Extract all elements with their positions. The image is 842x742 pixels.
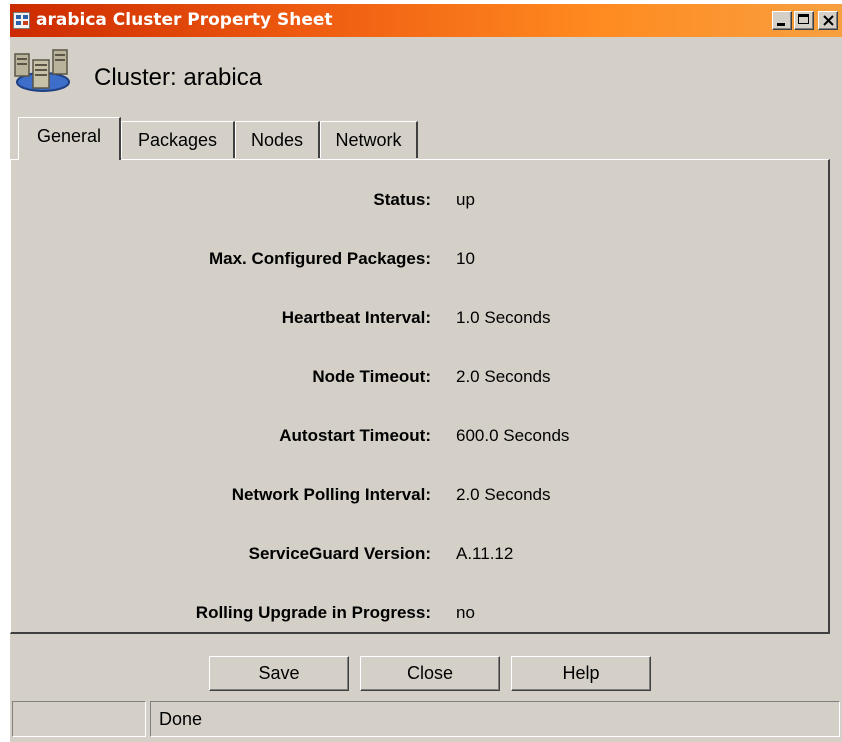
property-label: Status: bbox=[373, 190, 431, 209]
save-button[interactable]: Save bbox=[209, 656, 349, 691]
minimize-icon bbox=[777, 23, 785, 26]
status-bar: Done bbox=[10, 701, 842, 739]
app-window-icon[interactable] bbox=[13, 12, 30, 29]
tab-packages[interactable]: Packages bbox=[121, 121, 235, 158]
property-label: ServiceGuard Version: bbox=[248, 544, 431, 563]
property-label: Rolling Upgrade in Progress: bbox=[195, 603, 431, 622]
tab-network-label: Network bbox=[335, 130, 402, 150]
property-value: up bbox=[456, 190, 475, 209]
tab-general[interactable]: General bbox=[18, 117, 121, 160]
property-value: 2.0 Seconds bbox=[456, 485, 551, 504]
status-message: Done bbox=[150, 701, 840, 737]
property-row-max-packages: Max. Configured Packages: 10 bbox=[11, 247, 827, 277]
tab-packages-label: Packages bbox=[137, 130, 218, 150]
property-value: no bbox=[456, 603, 475, 622]
property-row-status: Status: up bbox=[11, 188, 827, 218]
tab-general-label: General bbox=[36, 126, 102, 146]
property-row-serviceguard-version: ServiceGuard Version: A.11.12 bbox=[11, 542, 827, 572]
title-bar[interactable]: arabica Cluster Property Sheet bbox=[10, 4, 842, 37]
cluster-title: Cluster: arabica bbox=[94, 64, 263, 91]
help-button[interactable]: Help bbox=[511, 656, 651, 691]
property-row-node-timeout: Node Timeout: 2.0 Seconds bbox=[11, 365, 827, 395]
property-label: Autostart Timeout: bbox=[279, 426, 431, 445]
general-tab-panel: Status: up Max. Configured Packages: 10 … bbox=[10, 159, 830, 634]
window-title: arabica Cluster Property Sheet bbox=[36, 10, 333, 30]
property-value: 10 bbox=[456, 249, 475, 268]
maximize-button[interactable] bbox=[794, 11, 814, 30]
close-icon bbox=[823, 15, 834, 26]
tab-network[interactable]: Network bbox=[320, 121, 418, 158]
property-value: 2.0 Seconds bbox=[456, 367, 551, 386]
property-label: Heartbeat Interval: bbox=[281, 308, 431, 327]
cluster-servers-icon bbox=[14, 49, 70, 92]
status-bar-left-pane bbox=[12, 701, 146, 737]
close-button[interactable] bbox=[818, 11, 838, 30]
property-row-autostart-timeout: Autostart Timeout: 600.0 Seconds bbox=[11, 424, 827, 454]
cluster-property-sheet-window: arabica Cluster Property Sheet Cluster: … bbox=[9, 4, 842, 742]
tab-nodes[interactable]: Nodes bbox=[235, 121, 320, 158]
property-label: Max. Configured Packages: bbox=[208, 249, 431, 268]
tab-nodes-label: Nodes bbox=[250, 130, 304, 150]
property-row-network-polling: Network Polling Interval: 2.0 Seconds bbox=[11, 483, 827, 513]
minimize-button[interactable] bbox=[772, 11, 792, 30]
maximize-icon bbox=[798, 14, 809, 24]
property-value: A.11.12 bbox=[456, 544, 514, 563]
property-label: Network Polling Interval: bbox=[231, 485, 431, 504]
cluster-header: Cluster: arabica bbox=[10, 37, 842, 121]
property-row-rolling-upgrade: Rolling Upgrade in Progress: no bbox=[11, 601, 827, 631]
property-row-heartbeat-interval: Heartbeat Interval: 1.0 Seconds bbox=[11, 306, 827, 336]
close-dialog-button[interactable]: Close bbox=[360, 656, 500, 691]
property-label: Node Timeout: bbox=[312, 367, 431, 386]
property-value: 1.0 Seconds bbox=[456, 308, 551, 327]
property-value: 600.0 Seconds bbox=[456, 426, 570, 445]
